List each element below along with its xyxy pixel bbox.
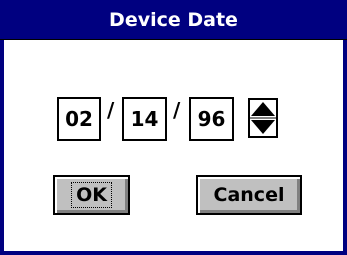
cancel-button-label: Cancel [213,184,285,206]
ok-button[interactable]: OK [53,175,130,215]
day-field[interactable]: 14 [122,97,167,141]
up-down-spinner-icon[interactable] [248,98,278,138]
date-separator-2: / [173,98,181,122]
month-field[interactable]: 02 [57,97,101,141]
day-value: 14 [130,107,159,131]
ok-button-label: OK [71,182,112,208]
dialog-title: Device Date [109,8,238,31]
cancel-button[interactable]: Cancel [196,175,302,215]
year-field[interactable]: 96 [189,97,234,141]
month-value: 02 [65,107,93,131]
date-separator-1: / [107,98,115,122]
title-bar: Device Date [0,0,347,40]
year-value: 96 [197,107,226,131]
device-date-dialog: Device Date 02 / 14 / 96 OK Cancel [0,0,347,255]
